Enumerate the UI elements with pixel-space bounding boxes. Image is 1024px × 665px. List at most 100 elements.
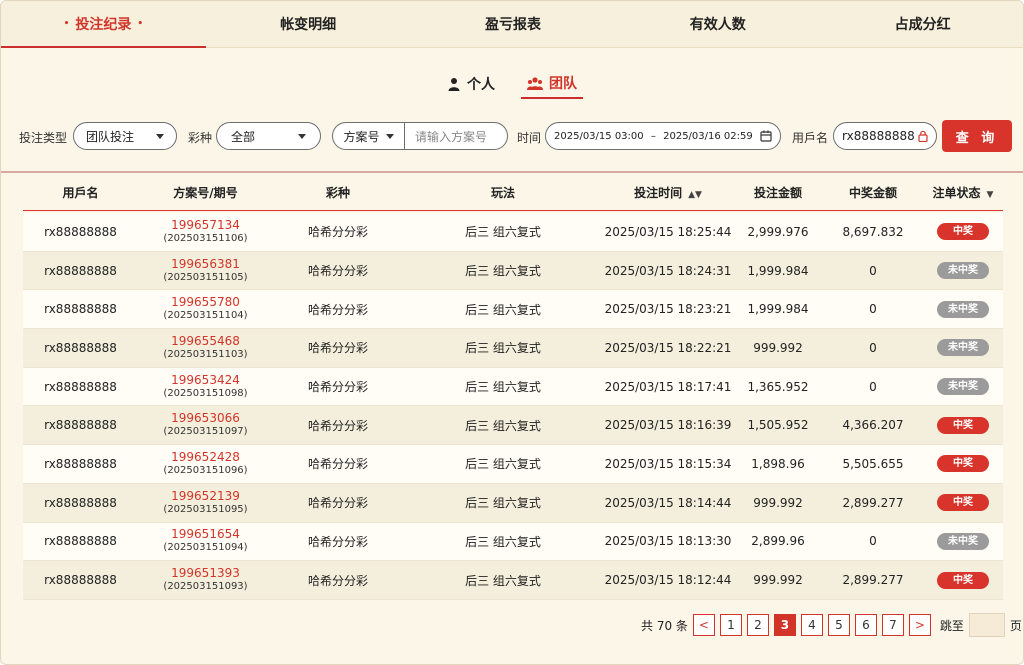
cell-bet-time: 2025/03/15 18:14:44 <box>604 495 732 510</box>
username-value: rx88888888 <box>842 129 915 143</box>
page-button[interactable]: 4 <box>800 614 823 636</box>
next-page-button[interactable]: > <box>908 614 931 636</box>
plan-number-link[interactable]: 199652139 <box>171 489 240 503</box>
issue-number: (202503151093) <box>163 581 248 593</box>
cell-plan: 199652428 (202503151096) <box>138 450 273 477</box>
cell-lottery: 哈希分分彩 <box>307 380 368 395</box>
plan-number-link[interactable]: 199655468 <box>171 334 240 348</box>
scope-tabs: 个人 团队 <box>441 69 611 99</box>
table-row[interactable]: rx88888888 199656381 (202503151105) 哈希分分彩 后三… <box>23 251 1003 291</box>
table-row[interactable]: rx88888888 199653066 (202503151097) 哈希分分彩 后三… <box>23 406 1003 446</box>
tab-active-users[interactable]: 有效人数 <box>615 1 820 47</box>
plan-number-link[interactable]: 199651393 <box>171 567 240 580</box>
header-play: 玩法 <box>490 186 515 200</box>
table-row[interactable]: rx88888888 199651393 (202503151093) 哈希分分彩 后三… <box>23 561 1003 600</box>
tab-share-dividend[interactable]: 占成分红 <box>820 1 1023 47</box>
date-range-picker[interactable]: 2025/03/15 03:00 – 2025/03/16 02:59 <box>545 122 781 150</box>
plan-number-link[interactable]: 199653424 <box>171 373 240 387</box>
page-button[interactable]: 6 <box>854 614 877 636</box>
page-button[interactable]: 2 <box>746 614 769 636</box>
table-row[interactable]: rx88888888 199657134 (202503151106) 哈希分分彩 后三… <box>23 213 1003 252</box>
header-bet-time[interactable]: 投注时间 ▲▼ <box>603 184 733 201</box>
cell-plan: 199651654 (202503151094) <box>138 528 273 554</box>
tab-profit-report[interactable]: 盈亏报表 <box>411 1 616 47</box>
plan-number-link[interactable]: 199653066 <box>171 412 240 425</box>
plan-type-select[interactable]: 方案号 <box>333 123 405 149</box>
cell-win-amount: 0 <box>869 340 877 355</box>
plan-search-input[interactable]: 请输入方案号 <box>405 128 487 145</box>
page-button[interactable]: 1 <box>719 614 742 636</box>
plan-number-link[interactable]: 199656381 <box>171 257 240 271</box>
plan-number-link[interactable]: 199655780 <box>171 296 240 309</box>
header-win-amount: 中奖金额 <box>848 186 897 200</box>
pagination: 共 70 条 < 1 2 3 4 5 6 7 > 跳至 页 <box>641 613 1022 637</box>
cell-username: rx88888888 <box>44 534 117 549</box>
cell-lottery: 哈希分分彩 <box>307 225 368 240</box>
cell-username: rx88888888 <box>44 418 117 433</box>
bet-type-label: 投注类型 <box>19 131 68 145</box>
issue-number: (202503151094) <box>163 542 248 554</box>
tab-label: 占成分红 <box>894 17 951 33</box>
filter-down-icon: ▼ <box>986 190 994 200</box>
header-status[interactable]: 注单状态 ▼ <box>923 184 1003 201</box>
tab-account-changes[interactable]: 帐变明细 <box>206 1 411 47</box>
plan-search-group: 方案号 请输入方案号 <box>332 122 508 150</box>
page-unit-label: 页 <box>1009 618 1022 633</box>
cell-bet-time: 2025/03/15 18:24:31 <box>604 263 732 278</box>
cell-plan: 199653066 (202503151097) <box>138 412 273 438</box>
status-badge: 中奖 <box>937 571 989 589</box>
username-input[interactable]: rx88888888 <box>833 122 937 150</box>
issue-number: (202503151103) <box>163 348 248 360</box>
plan-number-link[interactable]: 199657134 <box>171 218 240 232</box>
cell-lottery: 哈希分分彩 <box>307 341 368 356</box>
table-row[interactable]: rx88888888 199652428 (202503151096) 哈希分分彩 后三… <box>23 445 1003 484</box>
cell-bet-amount: 1,898.96 <box>751 456 805 471</box>
lottery-label: 彩种 <box>188 131 213 145</box>
cell-win-amount: 4,366.207 <box>842 418 904 433</box>
cell-bet-amount: 999.992 <box>753 495 803 510</box>
table-row[interactable]: rx88888888 199655468 (202503151103) 哈希分分彩 后三… <box>23 329 1003 368</box>
bet-type-select[interactable]: 团队投注 <box>73 122 177 150</box>
table-row[interactable]: rx88888888 199655780 (202503151104) 哈希分分彩 后三… <box>23 290 1003 330</box>
plan-number-link[interactable]: 199651654 <box>171 528 240 541</box>
status-badge: 中奖 <box>937 223 989 241</box>
cell-plan: 199655780 (202503151104) <box>138 296 273 322</box>
page-button[interactable]: 7 <box>881 614 904 636</box>
page-button-current[interactable]: 3 <box>773 614 796 636</box>
cell-status: 未中奖 <box>923 378 1003 396</box>
lottery-select[interactable]: 全部 <box>216 122 321 150</box>
date-separator: – <box>650 130 656 142</box>
cell-win-amount: 0 <box>869 534 877 549</box>
cell-status: 中奖 <box>923 494 1003 512</box>
jump-page-input[interactable] <box>968 613 1005 637</box>
plan-number-link[interactable]: 199652428 <box>171 450 240 464</box>
prev-page-button[interactable]: < <box>692 614 715 636</box>
header-username: 用戶名 <box>62 186 99 200</box>
cell-bet-time: 2025/03/15 18:13:30 <box>604 534 732 549</box>
cell-plan: 199651393 (202503151093) <box>138 567 273 593</box>
status-badge: 未中奖 <box>937 378 989 396</box>
cell-play: 后三 组六复式 <box>465 457 541 472</box>
tab-bet-records[interactable]: • 投注纪录 • <box>1 1 206 48</box>
status-badge: 未中奖 <box>937 262 989 280</box>
table-row[interactable]: rx88888888 199652139 (202503151095) 哈希分分彩 后三… <box>23 483 1003 523</box>
tab-team[interactable]: 团队 <box>521 69 583 99</box>
cell-bet-amount: 1,999.984 <box>747 302 809 317</box>
cell-plan: 199655468 (202503151103) <box>138 334 273 361</box>
person-icon <box>448 78 460 91</box>
tab-personal[interactable]: 个人 <box>441 69 501 99</box>
query-button[interactable]: 查 询 <box>942 120 1012 152</box>
cell-username: rx88888888 <box>44 379 117 394</box>
chevron-down-icon <box>156 133 164 139</box>
cell-username: rx88888888 <box>44 224 117 239</box>
cell-username: rx88888888 <box>44 495 117 510</box>
page-button[interactable]: 5 <box>827 614 850 636</box>
status-badge: 未中奖 <box>937 300 989 318</box>
header-plan: 方案号/期号 <box>173 186 238 200</box>
table-row[interactable]: rx88888888 199653424 (202503151098) 哈希分分彩 后三… <box>23 367 1003 407</box>
table-row[interactable]: rx88888888 199651654 (202503151094) 哈希分分彩 后三… <box>23 522 1003 562</box>
cell-bet-time: 2025/03/15 18:15:34 <box>604 456 732 471</box>
cell-username: rx88888888 <box>44 573 117 588</box>
cell-play: 后三 组六复式 <box>465 573 541 588</box>
total-count: 共 70 条 <box>641 618 688 633</box>
